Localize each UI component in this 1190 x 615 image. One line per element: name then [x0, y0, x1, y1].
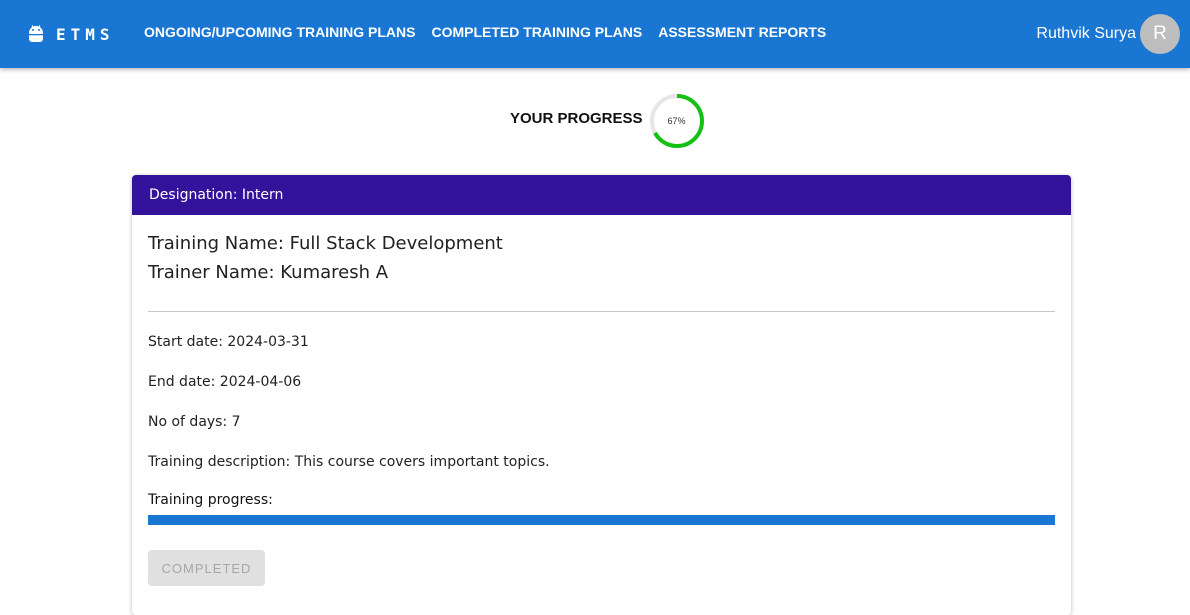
number-of-days: No of days: 7 — [148, 414, 241, 430]
end-date: End date: 2024-04-06 — [148, 374, 302, 390]
progress-label: YOUR PROGRESS — [510, 109, 643, 127]
android-icon — [28, 25, 44, 43]
brand-text: ETMS — [56, 24, 115, 44]
user-menu[interactable]: Ruthvik Surya R — [1036, 14, 1180, 54]
nav-completed[interactable]: COMPLETED TRAINING PLANS — [431, 24, 642, 40]
card-body: Training Name: Full Stack Development Tr… — [132, 215, 1071, 586]
progress-ring: 67% — [649, 93, 705, 149]
trainer-name: Trainer Name: Kumaresh A — [148, 262, 389, 283]
training-progress-label: Training progress: — [148, 492, 273, 508]
start-date: Start date: 2024-03-31 — [148, 334, 309, 350]
brand[interactable]: ETMS — [28, 22, 115, 46]
training-name: Training Name: Full Stack Development — [148, 233, 503, 254]
overall-progress: YOUR PROGRESS 67% — [510, 93, 705, 149]
completed-button[interactable]: COMPLETED — [148, 550, 265, 586]
divider — [148, 311, 1055, 312]
card-header-designation: Designation: Intern — [132, 175, 1071, 215]
main-nav: ONGOING/UPCOMING TRAINING PLANS COMPLETE… — [144, 24, 842, 40]
progress-percent: 67% — [667, 116, 686, 126]
avatar[interactable]: R — [1140, 14, 1180, 54]
nav-assessment-reports[interactable]: ASSESSMENT REPORTS — [658, 24, 826, 40]
training-card: Designation: Intern Training Name: Full … — [132, 175, 1071, 615]
training-description: Training description: This course covers… — [148, 454, 550, 470]
app-bar: ETMS ONGOING/UPCOMING TRAINING PLANS COM… — [0, 0, 1190, 68]
training-progress-bar — [148, 515, 1055, 525]
nav-ongoing-upcoming[interactable]: ONGOING/UPCOMING TRAINING PLANS — [144, 24, 415, 40]
user-name: Ruthvik Surya — [1036, 25, 1136, 42]
